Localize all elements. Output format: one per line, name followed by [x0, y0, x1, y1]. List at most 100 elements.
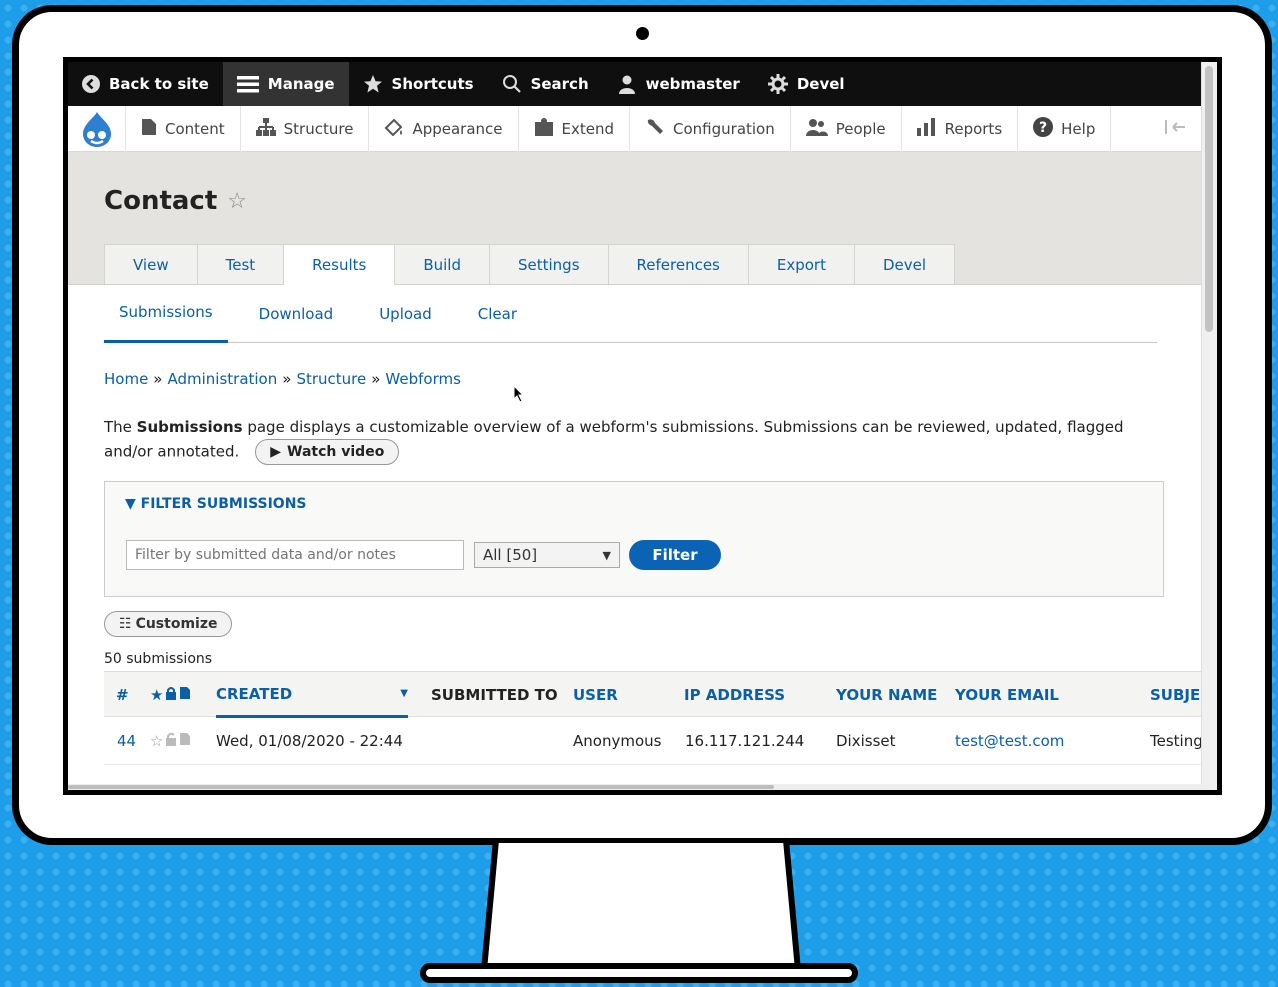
tray-item-configuration[interactable]: Configuration: [630, 105, 791, 152]
col-your-email[interactable]: YOUR EMAIL: [955, 672, 1059, 718]
tray-item-people[interactable]: People: [791, 105, 902, 152]
tray-item-label: Extend: [561, 119, 615, 138]
customize-button[interactable]: ☷ Customize: [104, 611, 233, 637]
filter-toggle[interactable]: ▼ FILTER SUBMISSIONS: [125, 496, 307, 512]
tab-devel[interactable]: Devel: [853, 244, 956, 284]
filter-state-select[interactable]: All [50] ▼: [474, 542, 620, 568]
row-user: Anonymous: [573, 732, 662, 750]
note-icon[interactable]: [179, 732, 191, 750]
lock-icon: [165, 686, 177, 704]
drupal-logo[interactable]: [68, 105, 126, 152]
menu-icon: [236, 75, 259, 93]
tab-references[interactable]: References: [607, 244, 749, 284]
bar-chart-icon: [916, 117, 937, 140]
tab-view[interactable]: View: [104, 244, 198, 284]
tray-item-help[interactable]: ? Help: [1018, 105, 1112, 152]
tray-item-structure[interactable]: Structure: [241, 105, 370, 152]
row-email[interactable]: test@test.com: [955, 717, 1064, 765]
filter-button[interactable]: Filter: [629, 540, 721, 570]
breadcrumb-separator: »: [371, 370, 381, 388]
scrollbar-thumb[interactable]: [1205, 66, 1213, 332]
tray-item-label: Appearance: [412, 119, 503, 138]
filter-select-value: All [50]: [483, 546, 538, 564]
desc-bold: Submissions: [136, 418, 243, 436]
main-content: Submissions Download Upload Clear Home »…: [68, 285, 1217, 765]
subtab-submissions[interactable]: Submissions: [104, 285, 228, 343]
secondary-tabs: Submissions Download Upload Clear: [104, 285, 1157, 343]
page-title-text: Contact: [104, 186, 218, 216]
manage-button[interactable]: Manage: [222, 62, 349, 106]
tray-item-label: Content: [165, 119, 225, 138]
unlock-icon[interactable]: [165, 732, 177, 750]
tray-item-label: Structure: [283, 119, 354, 138]
row-subject: Testing: [1150, 732, 1203, 750]
col-ip[interactable]: IP ADDRESS: [684, 672, 785, 718]
shortcuts-button[interactable]: Shortcuts: [349, 62, 488, 106]
favorite-star-icon[interactable]: ☆: [227, 189, 247, 214]
admin-tray: Content Structure Appearance Extend Conf…: [68, 105, 1217, 152]
table-row[interactable]: 44 ☆ Wed, 01/08/2020 - 22:44 Anonymous 1…: [104, 717, 1217, 765]
horizontal-scrollbar[interactable]: [68, 784, 1211, 790]
col-created[interactable]: CREATED ▼: [216, 672, 408, 718]
star-icon: [363, 74, 383, 94]
search-button[interactable]: Search: [488, 62, 603, 106]
primary-tabs: View Test Results Build Settings Referen…: [104, 244, 956, 285]
filter-title-label: FILTER SUBMISSIONS: [140, 496, 307, 512]
breadcrumb-structure[interactable]: Structure: [296, 370, 366, 388]
gear-icon: [767, 74, 788, 94]
row-sid[interactable]: 44: [117, 717, 136, 765]
caret-down-icon: ▼: [125, 496, 136, 512]
mouse-cursor-icon: [513, 384, 525, 407]
camera-dot: [636, 27, 649, 40]
user-label: webmaster: [645, 75, 740, 93]
tab-settings[interactable]: Settings: [488, 244, 609, 284]
tab-build[interactable]: Build: [394, 244, 490, 284]
col-created-label: CREATED: [216, 684, 293, 703]
sitemap-icon: [255, 117, 276, 140]
horizontal-scrollbar-thumb[interactable]: [68, 785, 774, 789]
breadcrumb: Home » Administration » Structure » Webf…: [104, 370, 1181, 388]
tray-item-appearance[interactable]: Appearance: [369, 105, 519, 152]
vertical-scrollbar[interactable]: [1201, 62, 1217, 790]
help-icon: ?: [1033, 116, 1054, 141]
watch-video-button[interactable]: ▶ Watch video: [255, 439, 400, 465]
manage-label: Manage: [267, 75, 335, 93]
shortcuts-label: Shortcuts: [391, 75, 474, 93]
col-your-name[interactable]: YOUR NAME: [836, 672, 937, 718]
tray-item-label: Help: [1061, 119, 1096, 138]
breadcrumb-separator: »: [282, 370, 292, 388]
col-user[interactable]: USER: [573, 672, 618, 718]
filter-submissions-box: ▼ FILTER SUBMISSIONS All [50] ▼ Filter: [104, 481, 1164, 597]
drupal-logo-icon: [82, 111, 111, 147]
breadcrumb-webforms[interactable]: Webforms: [385, 370, 461, 388]
row-name: Dixisset: [836, 732, 896, 750]
submissions-count: 50 submissions: [104, 651, 213, 667]
col-sid[interactable]: #: [116, 672, 129, 718]
star-outline-icon[interactable]: ☆: [150, 732, 163, 750]
wrench-icon: [645, 117, 665, 141]
page-header: Contact ☆ View Test Results Build Settin…: [68, 152, 1217, 285]
people-icon: [805, 118, 828, 140]
tab-results[interactable]: Results: [283, 244, 396, 285]
subtab-upload[interactable]: Upload: [364, 285, 447, 343]
tab-test[interactable]: Test: [196, 244, 285, 284]
breadcrumb-home[interactable]: Home: [104, 370, 148, 388]
row-flags: ☆: [150, 717, 191, 765]
subtab-clear[interactable]: Clear: [463, 285, 532, 343]
collapse-icon: [1165, 119, 1187, 138]
col-flags: ★: [150, 672, 191, 718]
tray-item-content[interactable]: Content: [126, 105, 241, 152]
devel-button[interactable]: Devel: [754, 62, 859, 106]
user-button[interactable]: webmaster: [603, 62, 754, 106]
col-submitted-to: SUBMITTED TO: [431, 686, 558, 704]
search-icon: [502, 74, 522, 94]
filter-search-input[interactable]: [126, 540, 464, 570]
tray-item-reports[interactable]: Reports: [902, 105, 1019, 152]
tray-item-extend[interactable]: Extend: [519, 105, 631, 152]
desc-prefix: The: [104, 418, 137, 436]
subtab-download[interactable]: Download: [244, 285, 349, 343]
tab-export[interactable]: Export: [747, 244, 855, 284]
customize-label: Customize: [135, 616, 218, 632]
breadcrumb-administration[interactable]: Administration: [167, 370, 277, 388]
back-to-site-link[interactable]: Back to site: [68, 62, 223, 106]
